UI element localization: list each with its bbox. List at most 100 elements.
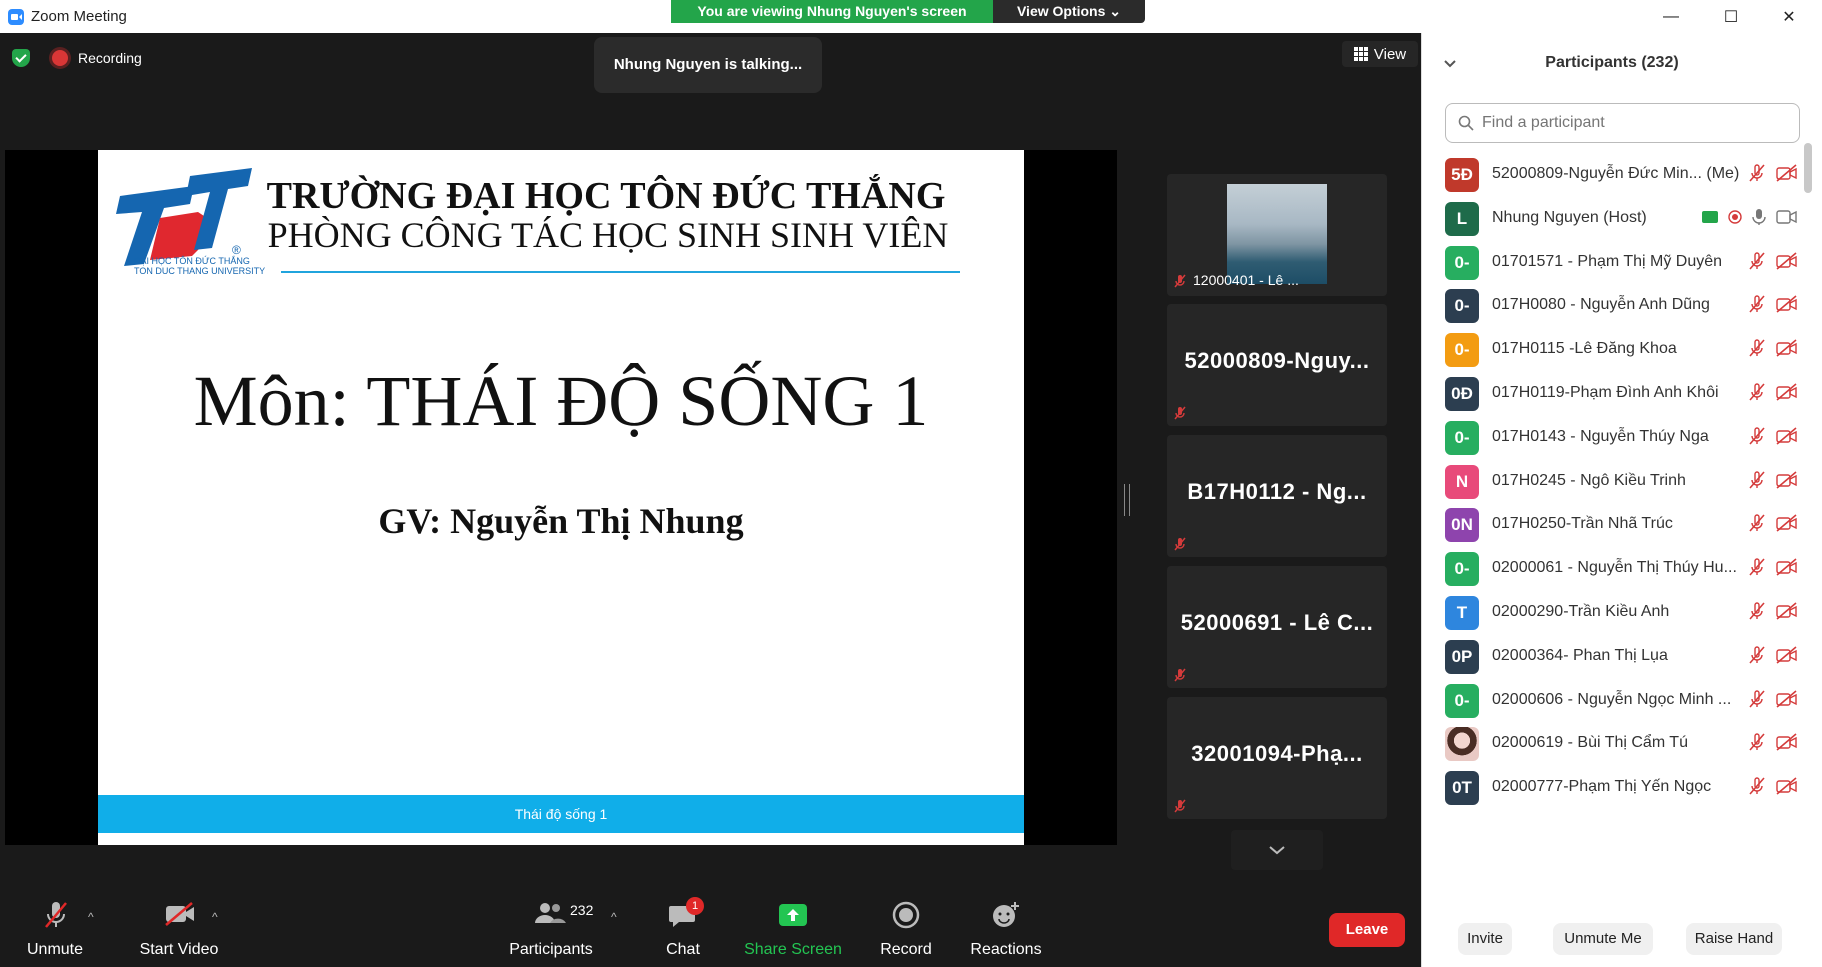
- unmute-me-button[interactable]: Unmute Me: [1553, 923, 1653, 955]
- reactions-label: Reactions: [970, 941, 1042, 958]
- video-tile[interactable]: 52000809-Nguy...: [1167, 304, 1387, 426]
- muted-mic-icon: [1749, 295, 1765, 313]
- video-tile[interactable]: 12000401 - Lê ...: [1167, 174, 1387, 296]
- muted-mic-icon: [1749, 427, 1765, 445]
- video-tile-name: B17H0112 - Ng...: [1187, 479, 1367, 504]
- chevron-down-icon: [1269, 846, 1285, 855]
- heading-divider: [281, 271, 960, 273]
- invite-button[interactable]: Invite: [1458, 923, 1512, 955]
- window-title: Zoom Meeting: [31, 8, 127, 25]
- participant-status-icons: [1748, 602, 1798, 620]
- search-input[interactable]: [1482, 114, 1782, 132]
- unmute-label: Unmute: [26, 941, 84, 958]
- start-video-label: Start Video: [139, 941, 219, 958]
- video-off-icon: [1776, 164, 1797, 182]
- viewing-banner: You are viewing Nhung Nguyen's screen Vi…: [671, 0, 1145, 23]
- slide-teacher: GV: Nguyễn Thị Nhung: [378, 501, 744, 541]
- muted-mic-icon: [1174, 406, 1186, 420]
- view-options-button[interactable]: View Options ⌄: [993, 0, 1145, 23]
- participant-name: Nhung Nguyen (Host): [1492, 208, 1647, 226]
- participant-avatar: 0N: [1445, 508, 1479, 543]
- raise-hand-button[interactable]: Raise Hand: [1686, 923, 1782, 955]
- participant-avatar: L: [1445, 201, 1479, 236]
- participant-search[interactable]: [1445, 103, 1800, 143]
- participants-label: Participants: [509, 941, 593, 958]
- reactions-icon: [993, 902, 1019, 927]
- maximize-button[interactable]: ☐: [1706, 0, 1756, 33]
- leave-button[interactable]: Leave: [1329, 913, 1405, 947]
- participants-button[interactable]: 232 Participants: [506, 888, 596, 967]
- participant-avatar: 0-: [1445, 289, 1479, 324]
- presentation-slide: ® ĐẠI HỌC TÔN ĐỨC THẮNG TON DUC THANG UN…: [98, 150, 1024, 845]
- participant-avatar: 0-: [1445, 552, 1479, 587]
- reactions-button[interactable]: Reactions: [966, 888, 1046, 967]
- share-screen-label: Share Screen: [744, 941, 842, 958]
- participant-status-icons: [1748, 558, 1798, 576]
- start-video-button[interactable]: Start Video: [126, 888, 232, 967]
- participant-status-icons: [1748, 470, 1798, 489]
- video-tile[interactable]: B17H0112 - Ng...: [1167, 435, 1387, 557]
- video-off-icon: [1776, 733, 1797, 752]
- participant-status-icons: [1748, 339, 1798, 357]
- slide-heading-university: TRƯỜNG ĐẠI HỌC TÔN ĐỨC THẮNG: [266, 175, 946, 217]
- muted-mic-icon: [1174, 799, 1186, 813]
- view-label: View: [1373, 45, 1407, 63]
- mic-icon: [1752, 208, 1766, 225]
- active-speaker-indicator: Nhung Nguyen is talking...: [594, 37, 822, 93]
- participants-panel: Participants (232) 5Đ 52000809-Nguyễn Đức…: [1421, 33, 1822, 967]
- participant-name: 017H0115 -Lê Đăng Khoa: [1492, 340, 1677, 358]
- encryption-shield-icon[interactable]: [12, 49, 30, 67]
- video-off-icon: [1776, 295, 1797, 314]
- participant-name: 02000290-Trần Kiều Anh: [1492, 603, 1670, 620]
- close-button[interactable]: ✕: [1764, 0, 1814, 33]
- scroll-tiles-down-button[interactable]: [1231, 830, 1323, 870]
- participants-panel-footer: Invite Unmute Me Raise Hand: [1422, 911, 1822, 967]
- participant-name: 02000777-Phạm Thị Yến Ngọc: [1492, 778, 1712, 796]
- muted-mic-icon: [1749, 470, 1765, 489]
- participant-video-image: [1227, 184, 1327, 284]
- participant-name: 017H0143 - Nguyễn Thúy Nga: [1492, 427, 1709, 445]
- participant-status-icons: [1748, 251, 1798, 270]
- meeting-status: Recording: [12, 49, 142, 67]
- resize-splitter[interactable]: [1124, 484, 1130, 516]
- slide-subject-title: Môn: THÁI ĐỘ SỐNG 1: [193, 361, 929, 441]
- minimize-button[interactable]: —: [1646, 0, 1696, 33]
- participant-status-icons: [1748, 427, 1798, 445]
- participant-status-icons: [1748, 646, 1798, 664]
- participant-status-icons: [1748, 295, 1798, 314]
- muted-mic-icon: [1749, 602, 1765, 620]
- search-icon: [1458, 115, 1474, 131]
- muted-mic-icon: [1749, 689, 1765, 708]
- video-tile-name: 12000401 - Lê ...: [1193, 272, 1299, 288]
- participant-name: 52000809-Nguyễn Đức Min... (Me): [1492, 165, 1740, 182]
- muted-mic-icon: [1174, 668, 1186, 682]
- participant-avatar: 5Đ: [1445, 158, 1479, 192]
- participant-avatar: 0P: [1445, 639, 1479, 674]
- participant-name: 017H0250-Trần Nhã Trúc: [1492, 515, 1673, 533]
- grid-icon: [1353, 47, 1368, 61]
- chat-unread-badge: 1: [686, 897, 704, 915]
- participant-row[interactable]: 0T 02000777-Phạm Thị Yến Ngọc: [1422, 761, 1802, 812]
- record-button[interactable]: Record: [870, 888, 942, 967]
- participants-scrollbar[interactable]: [1804, 143, 1812, 193]
- participants-options-caret[interactable]: ^: [611, 910, 617, 924]
- participant-status-icons: [1748, 383, 1798, 401]
- video-tile-name: 52000691 - Lê C...: [1180, 610, 1374, 635]
- participant-avatar: 0-: [1445, 420, 1479, 455]
- participants-list: 5Đ 52000809-Nguyễn Đức Min... (Me) L Nhung …: [1422, 148, 1802, 888]
- video-off-icon: [1776, 646, 1797, 664]
- video-options-caret[interactable]: ^: [212, 910, 218, 924]
- participant-name: 02000619 - Bùi Thị Cẩm Tú: [1492, 734, 1688, 752]
- video-off-icon: [1776, 514, 1797, 533]
- participant-name: 01701571 - Phạm Thị Mỹ Duyên: [1492, 252, 1723, 270]
- video-tile[interactable]: 52000691 - Lê C...: [1167, 566, 1387, 688]
- audio-options-caret[interactable]: ^: [88, 910, 94, 924]
- chat-button[interactable]: 1 Chat: [650, 888, 716, 967]
- video-off-icon: [1776, 777, 1797, 795]
- view-layout-button[interactable]: View: [1342, 41, 1418, 67]
- shared-screen: ® ĐẠI HỌC TÔN ĐỨC THẮNG TON DUC THANG UN…: [5, 150, 1117, 845]
- video-tile[interactable]: 32001094-Phạ...: [1167, 697, 1387, 819]
- share-screen-button[interactable]: Share Screen: [744, 888, 842, 967]
- unmute-button[interactable]: Unmute: [14, 888, 96, 967]
- muted-mic-icon: [1749, 251, 1765, 270]
